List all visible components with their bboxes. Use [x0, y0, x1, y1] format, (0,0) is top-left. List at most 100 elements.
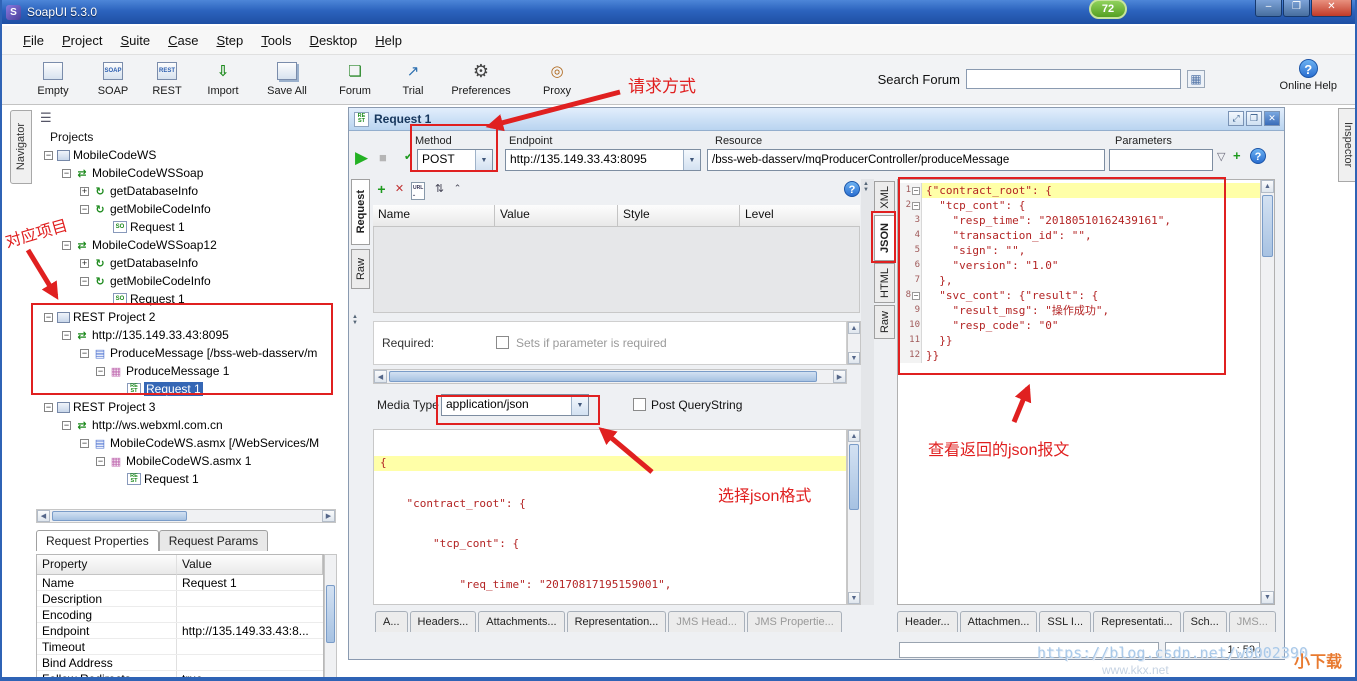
tab-request-params[interactable]: Request Params: [159, 530, 268, 551]
tree-item-request[interactable]: Request 1: [36, 218, 324, 236]
request-body-editor[interactable]: { "contract_root": { "tcp_cont": { "req_…: [373, 429, 847, 605]
table-row[interactable]: Name Request 1: [37, 575, 323, 591]
tab-representations[interactable]: Representati...: [1093, 611, 1181, 632]
tab-jms[interactable]: JMS...: [1229, 611, 1276, 632]
media-type-dropdown[interactable]: application/json: [441, 394, 589, 416]
table-row[interactable]: Endpoint http://135.149.33.43:8...: [37, 623, 323, 639]
menu-suite[interactable]: Suite: [111, 29, 159, 52]
import-button[interactable]: ⇩ Import: [192, 60, 254, 97]
empty-project-button[interactable]: Empty: [22, 60, 84, 97]
expander-icon[interactable]: [80, 349, 89, 358]
expander-icon[interactable]: [62, 331, 71, 340]
column-style[interactable]: Style: [618, 205, 740, 227]
expander-icon[interactable]: [80, 187, 89, 196]
request-window-titlebar[interactable]: Request 1 ⤢ ❐ ✕: [349, 108, 1284, 131]
tree-item-service[interactable]: http://135.149.33.43:8095: [36, 326, 324, 344]
tree-item-resource[interactable]: ProduceMessage [/bss-web-dasserv/m: [36, 344, 324, 362]
expander-icon[interactable]: [62, 241, 71, 250]
parameters-input[interactable]: [1109, 149, 1213, 171]
tree-item-service[interactable]: http://ws.webxml.com.cn: [36, 416, 324, 434]
fold-icon[interactable]: [912, 187, 920, 195]
save-all-button[interactable]: Save All: [256, 60, 318, 97]
expander-icon[interactable]: [62, 169, 71, 178]
post-querystring-checkbox[interactable]: [633, 398, 646, 411]
table-row[interactable]: Encoding: [37, 607, 323, 623]
soap-project-button[interactable]: SOAP SOAP: [82, 60, 144, 97]
params-table-body[interactable]: [373, 227, 860, 313]
tab-auth[interactable]: A...: [375, 611, 408, 632]
expander-icon[interactable]: [96, 367, 105, 376]
float-window-icon[interactable]: ❐: [1246, 111, 1262, 126]
add-icon[interactable]: +: [1233, 148, 1241, 163]
column-level[interactable]: Level: [740, 205, 860, 227]
expander-icon[interactable]: [80, 259, 89, 268]
close-button[interactable]: ✕: [1311, 0, 1352, 17]
menu-desktop[interactable]: Desktop: [301, 29, 367, 52]
tree-item-operation[interactable]: getMobileCodeInfo: [36, 200, 324, 218]
tab-ssl-info[interactable]: SSL I...: [1039, 611, 1091, 632]
inspector-dock-tab[interactable]: Inspector: [1338, 108, 1357, 182]
chevron-down-icon[interactable]: [475, 150, 492, 170]
trial-button[interactable]: ↗ Trial: [382, 60, 444, 97]
fold-icon[interactable]: [912, 202, 920, 210]
online-help-button[interactable]: ? Online Help: [1280, 59, 1337, 92]
minimize-to-tab-icon[interactable]: ⤢: [1228, 111, 1244, 126]
table-row[interactable]: Bind Address: [37, 655, 323, 671]
tab-response-json[interactable]: JSON: [874, 215, 895, 261]
tab-schema[interactable]: Sch...: [1183, 611, 1227, 632]
panel-menu-icon[interactable]: ☰: [40, 110, 53, 126]
expander-icon[interactable]: [80, 205, 89, 214]
add-param-icon[interactable]: +: [373, 180, 390, 197]
menu-file[interactable]: File: [14, 29, 53, 52]
column-value[interactable]: Value: [177, 555, 323, 575]
url-encode-icon[interactable]: URL⎵: [411, 182, 425, 200]
tree-item-request[interactable]: Request 1: [36, 290, 324, 308]
tab-jms-properties[interactable]: JMS Propertie...: [747, 611, 842, 632]
menu-step[interactable]: Step: [207, 29, 252, 52]
pane-splitter[interactable]: ▲▼: [861, 179, 874, 605]
collapse-icon[interactable]: ⌃: [449, 180, 466, 197]
help-icon[interactable]: ?: [1250, 148, 1266, 164]
tree-h-scrollbar[interactable]: ◀ ▶: [36, 509, 336, 523]
tab-representations[interactable]: Representation...: [567, 611, 667, 632]
fold-icon[interactable]: [912, 292, 920, 300]
tree-item-interface[interactable]: MobileCodeWSSoap12: [36, 236, 324, 254]
expander-icon[interactable]: [80, 439, 89, 448]
expander-icon[interactable]: [44, 313, 53, 322]
expander-icon[interactable]: [62, 421, 71, 430]
preferences-button[interactable]: ⚙ Preferences: [450, 60, 512, 97]
request-h-scrollbar[interactable]: ◀ ▶: [373, 369, 847, 384]
projects-root-label[interactable]: Projects: [50, 130, 93, 144]
funnel-icon[interactable]: ▽: [1217, 150, 1225, 163]
tree-item-request-selected[interactable]: Request 1: [36, 380, 324, 398]
tree-item-project[interactable]: REST Project 3: [36, 398, 324, 416]
tree-item-resource[interactable]: MobileCodeWS.asmx [/WebServices/M: [36, 434, 324, 452]
tree-item-operation[interactable]: getMobileCodeInfo: [36, 272, 324, 290]
tab-jms-headers[interactable]: JMS Head...: [668, 611, 745, 632]
cancel-request-icon[interactable]: ■: [379, 150, 387, 165]
tree-item-project[interactable]: MobileCodeWS: [36, 146, 324, 164]
tree-item-method[interactable]: ProduceMessage 1: [36, 362, 324, 380]
tab-response-html[interactable]: HTML: [874, 263, 895, 303]
chevron-down-icon[interactable]: [571, 395, 588, 415]
column-name[interactable]: Name: [373, 205, 495, 227]
menu-case[interactable]: Case: [159, 29, 207, 52]
tab-headers[interactable]: Header...: [897, 611, 958, 632]
response-v-scrollbar[interactable]: ▲ ▼: [1260, 180, 1274, 604]
request-body-v-scrollbar[interactable]: ▲ ▼: [847, 429, 861, 605]
minimize-button[interactable]: –: [1255, 0, 1282, 17]
properties-v-scrollbar[interactable]: [324, 554, 337, 681]
tab-request-editor[interactable]: Request: [351, 179, 370, 245]
tab-attachments[interactable]: Attachmen...: [960, 611, 1038, 632]
delete-param-icon[interactable]: ✕: [391, 180, 408, 197]
splitter-collapse-icon[interactable]: ▲▼: [352, 314, 358, 326]
sort-params-icon[interactable]: ⇅: [431, 180, 448, 197]
expander-icon[interactable]: [44, 151, 53, 160]
tree-item-project[interactable]: REST Project 2: [36, 308, 324, 326]
expander-icon[interactable]: [96, 457, 105, 466]
forum-grid-icon[interactable]: ▦: [1187, 70, 1205, 88]
tree-item-operation[interactable]: getDatabaseInfo: [36, 254, 324, 272]
tab-response-xml[interactable]: XML: [874, 181, 895, 213]
column-value[interactable]: Value: [495, 205, 618, 227]
help-icon[interactable]: ?: [844, 181, 860, 197]
